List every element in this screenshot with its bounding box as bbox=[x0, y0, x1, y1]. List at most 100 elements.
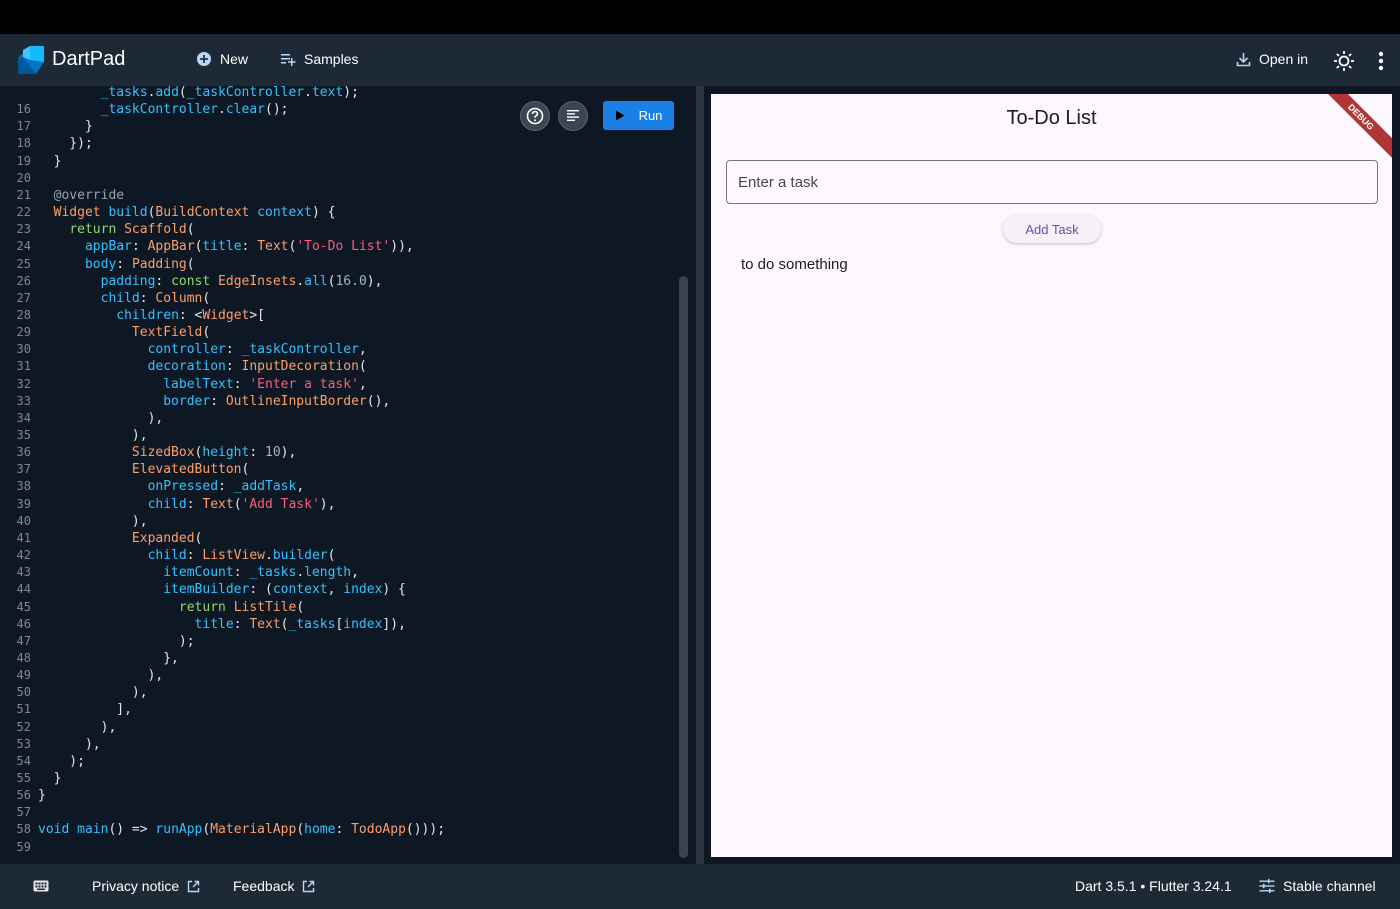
code-token: _addTask bbox=[233, 479, 297, 495]
line-number: 46 bbox=[16, 616, 31, 631]
privacy-label: Privacy notice bbox=[92, 878, 180, 894]
privacy-notice-link[interactable]: Privacy notice bbox=[92, 878, 200, 894]
code-token: )), bbox=[390, 239, 414, 255]
code-token: home bbox=[304, 822, 336, 838]
code-token: ), bbox=[38, 668, 164, 684]
code-text: Expanded( bbox=[38, 530, 202, 547]
code-token: ], bbox=[38, 702, 132, 718]
code-text: _tasks.add(_taskController.text); bbox=[38, 86, 359, 101]
code-text: body: Padding( bbox=[38, 256, 195, 273]
editor-scrollbar[interactable] bbox=[679, 276, 688, 858]
code-token: all bbox=[304, 273, 328, 289]
code-text: ), bbox=[38, 410, 164, 427]
code-token: : bbox=[186, 548, 203, 564]
code-token: ( bbox=[358, 359, 367, 375]
app-title: DartPad bbox=[52, 48, 126, 70]
code-token: _taskController bbox=[241, 342, 359, 358]
code-token: , bbox=[351, 565, 359, 581]
line-number: 16 bbox=[16, 102, 31, 117]
line-number: 32 bbox=[16, 376, 31, 391]
task-input-label: Enter a task bbox=[738, 173, 819, 191]
code-token: border bbox=[163, 393, 211, 409]
samples-label: Samples bbox=[304, 51, 359, 67]
open-in-label: Open in bbox=[1259, 51, 1309, 67]
code-token: OutlineInputBorder bbox=[225, 393, 367, 409]
code-token: ( bbox=[327, 548, 336, 564]
keyboard-shortcuts-button[interactable] bbox=[33, 880, 49, 892]
code-token: ( bbox=[202, 325, 211, 341]
line-number: 21 bbox=[16, 187, 31, 202]
format-button[interactable] bbox=[558, 101, 588, 131]
code-token: , bbox=[358, 376, 367, 392]
help-button[interactable] bbox=[520, 101, 550, 131]
status-footer: Privacy notice Feedback Dart 3.5.1 • Flu… bbox=[0, 864, 1400, 909]
channel-button[interactable]: Stable channel bbox=[1259, 878, 1376, 894]
download-icon bbox=[1236, 52, 1251, 66]
line-number: 52 bbox=[16, 719, 31, 734]
code-token: } bbox=[38, 771, 62, 786]
code-token: : bbox=[233, 616, 250, 632]
code-text: labelText: 'Enter a task', bbox=[38, 376, 367, 393]
open-in-button[interactable]: Open in bbox=[1236, 51, 1308, 67]
task-input[interactable]: Enter a task bbox=[726, 160, 1378, 204]
code-token: labelText bbox=[163, 376, 234, 392]
more-menu-button[interactable] bbox=[1374, 50, 1388, 72]
code-token: ), bbox=[38, 410, 164, 426]
code-token: EdgeInsets bbox=[218, 273, 297, 289]
code-token: : bbox=[233, 376, 250, 392]
code-text: ), bbox=[38, 684, 148, 701]
new-button[interactable]: New bbox=[196, 51, 248, 67]
code-token: itemCount bbox=[163, 565, 234, 581]
line-number: 29 bbox=[16, 325, 31, 340]
line-number: 26 bbox=[16, 273, 31, 288]
tune-icon bbox=[1259, 879, 1275, 893]
code-token: _taskController bbox=[100, 102, 219, 118]
code-token: : bbox=[241, 239, 258, 255]
line-number: 34 bbox=[16, 410, 31, 425]
code-token: . bbox=[296, 273, 305, 289]
dart-logo[interactable] bbox=[16, 44, 46, 76]
code-token: _tasks bbox=[100, 86, 148, 100]
code-token: ( bbox=[186, 256, 195, 272]
samples-button[interactable]: Samples bbox=[280, 51, 358, 67]
code-token: return bbox=[69, 222, 117, 238]
run-button[interactable]: Run bbox=[603, 101, 674, 130]
code-token: ( bbox=[178, 86, 187, 100]
app-header: DartPad New Samples Open in bbox=[0, 34, 1400, 86]
code-token: ) { bbox=[311, 205, 336, 221]
line-number: 39 bbox=[16, 496, 31, 511]
code-text: TextField( bbox=[38, 324, 210, 341]
code-token: Text bbox=[257, 239, 289, 255]
code-text: ElevatedButton( bbox=[38, 461, 249, 478]
code-token: >[ bbox=[249, 307, 266, 323]
code-token: : bbox=[186, 496, 203, 512]
code-text: decoration: InputDecoration( bbox=[38, 358, 367, 375]
code-token: , bbox=[296, 479, 305, 495]
split-divider[interactable] bbox=[696, 86, 704, 864]
code-token: }); bbox=[38, 136, 93, 152]
list-item[interactable]: to do something bbox=[741, 256, 848, 273]
code-editor[interactable]: _tasks.add(_taskController.text); 16 _tas… bbox=[0, 86, 696, 864]
code-token: add bbox=[155, 86, 179, 100]
theme-toggle-button[interactable] bbox=[1333, 50, 1355, 72]
feedback-link[interactable]: Feedback bbox=[233, 878, 315, 894]
line-number: 25 bbox=[16, 256, 31, 271]
code-token: height bbox=[202, 445, 250, 461]
code-token: @override bbox=[38, 187, 125, 203]
add-task-button[interactable]: Add Task bbox=[1003, 215, 1101, 243]
code-token: : bbox=[139, 290, 156, 306]
code-token: decoration bbox=[147, 359, 226, 375]
code-text: child: Text('Add Task'), bbox=[38, 496, 336, 513]
line-number: 43 bbox=[16, 565, 31, 580]
code-token: Widget bbox=[202, 307, 250, 323]
code-text: ), bbox=[38, 513, 148, 530]
code-text: Widget build(BuildContext context) { bbox=[38, 204, 336, 221]
code-token: MaterialApp bbox=[210, 822, 297, 838]
